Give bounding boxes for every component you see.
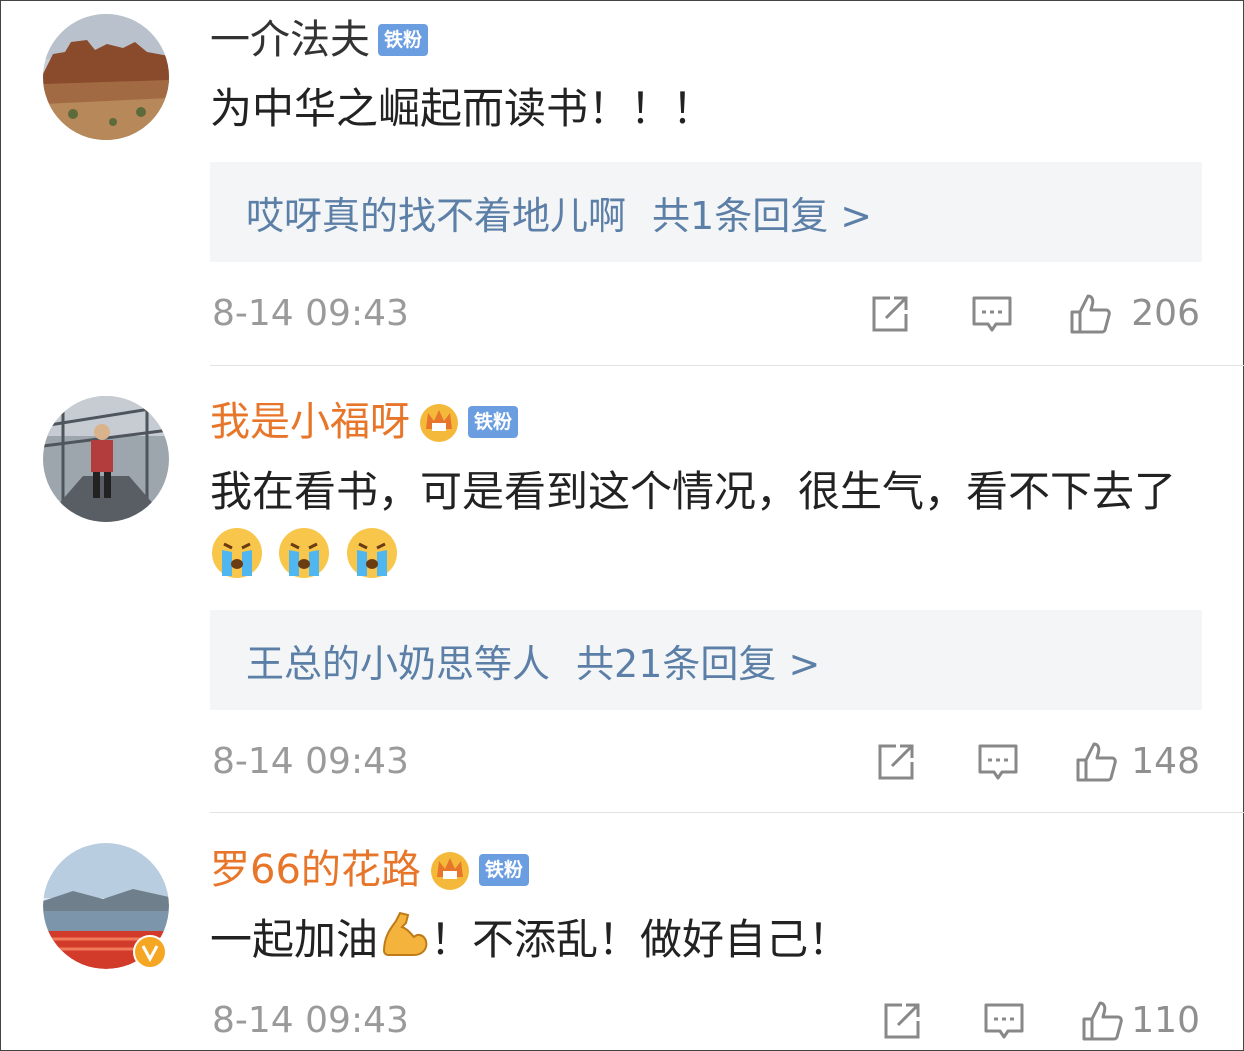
divider — [210, 812, 1244, 813]
flexed-biceps-emoji-icon — [378, 907, 430, 979]
fan-badge: 铁粉 — [468, 406, 519, 438]
comment-icon[interactable] — [970, 292, 1014, 336]
comment-text: 我在看书，可是看到这个情况，很生气，看不下去了 — [210, 458, 1210, 600]
repost-icon[interactable] — [868, 292, 912, 336]
reply-count-link[interactable]: 共21条回复 > — [576, 633, 820, 688]
comment-icon[interactable] — [976, 740, 1020, 784]
verified-v-icon — [133, 935, 167, 969]
comment-text-part: 一起加油 — [210, 915, 379, 964]
thumbs-up-icon[interactable] — [1080, 999, 1124, 1043]
username[interactable]: 我是小福呀 — [210, 392, 410, 452]
comment-time: 8-14 09:43 — [212, 741, 409, 782]
like-count: 206 — [1131, 293, 1200, 334]
fan-badge: 铁粉 — [478, 854, 529, 886]
comment-text-content: 我在看书，可是看到这个情况，很生气，看不下去了 — [210, 467, 1177, 516]
like-count: 110 — [1131, 1000, 1200, 1041]
crying-emoji-icon — [277, 526, 331, 600]
reply-count-link[interactable]: 共1条回复 > — [652, 185, 872, 240]
comment-meta: 8-14 09:43 148 — [210, 732, 1202, 792]
reply-preview-users: 哎呀真的找不着地儿啊 — [246, 193, 627, 238]
comment-text: 一起加油 ！不添乱！做好自己！ — [210, 906, 1210, 979]
thumbs-up-icon[interactable] — [1074, 740, 1118, 784]
like-count: 148 — [1131, 741, 1200, 782]
comment-icon[interactable] — [982, 999, 1026, 1043]
comment-text-part: ！不添乱！做好自己！ — [430, 915, 851, 964]
reply-preview-users: 王总的小奶思等人 — [246, 641, 551, 686]
crown-icon — [430, 852, 469, 890]
reply-preview[interactable]: 王总的小奶思等人 共21条回复 > — [210, 610, 1202, 710]
avatar[interactable] — [43, 396, 169, 522]
comment-text: 为中华之崛起而读书！！！ — [210, 84, 715, 133]
crying-emoji-icon — [210, 526, 264, 600]
comment-meta: 8-14 09:43 206 — [210, 284, 1202, 344]
crying-emoji-icon — [345, 526, 399, 600]
repost-icon[interactable] — [874, 740, 918, 784]
comment-meta: 8-14 09:43 110 — [210, 991, 1202, 1051]
thumbs-up-icon[interactable] — [1068, 292, 1112, 336]
reply-preview[interactable]: 哎呀真的找不着地儿啊 共1条回复 > — [210, 162, 1202, 262]
avatar[interactable] — [43, 843, 169, 969]
divider — [210, 365, 1244, 366]
username[interactable]: 罗66的花路 — [210, 840, 421, 900]
avatar[interactable] — [43, 14, 169, 140]
comment-time: 8-14 09:43 — [212, 1000, 409, 1041]
fan-badge: 铁粉 — [378, 24, 429, 56]
repost-icon[interactable] — [880, 999, 924, 1043]
comment-time: 8-14 09:43 — [212, 293, 409, 334]
crown-icon — [420, 404, 458, 442]
username[interactable]: 一介法夫 — [210, 10, 370, 70]
